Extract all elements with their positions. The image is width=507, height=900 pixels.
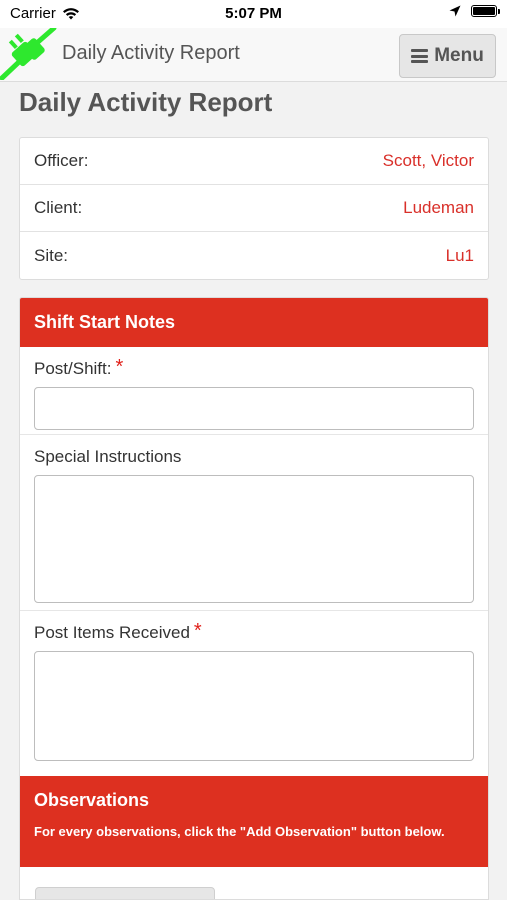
status-right — [449, 5, 500, 17]
special-instructions-textarea[interactable] — [34, 475, 474, 603]
client-label: Client: — [34, 198, 83, 217]
battery-full-icon — [471, 5, 500, 17]
shift-start-panel: Shift Start Notes Post/Shift: * Special I… — [19, 297, 489, 900]
observations-description: For every observations, click the "Add O… — [34, 824, 445, 839]
menu-button-label: Menu — [434, 45, 484, 66]
top-navbar: Daily Activity Report Menu — [0, 28, 507, 82]
shift-start-header: Shift Start Notes — [20, 298, 488, 347]
site-value: Lu1 — [445, 245, 474, 265]
location-arrow-icon — [449, 5, 461, 17]
hamburger-icon — [411, 49, 429, 63]
client-row: Client: Ludeman — [20, 185, 488, 232]
special-instructions-label: Special Instructions — [34, 447, 182, 466]
report-info-card: Officer: Scott, Victor Client: Ludeman S… — [19, 137, 489, 280]
post-items-textarea[interactable] — [34, 651, 474, 761]
required-marker: * — [193, 620, 202, 642]
required-marker: * — [115, 356, 124, 378]
green-plug-icon[interactable] — [0, 28, 58, 80]
client-value: Ludeman — [403, 198, 474, 217]
observations-header: Observations For every observations, cli… — [20, 776, 488, 867]
officer-value: Scott, Victor — [382, 151, 474, 170]
site-label: Site: — [34, 245, 69, 265]
special-instructions-group: Special Instructions — [20, 435, 488, 611]
post-items-label: Post Items Received * — [34, 620, 202, 642]
app-title: Daily Activity Report — [62, 42, 240, 64]
officer-row: Officer: Scott, Victor — [20, 138, 488, 185]
post-shift-label: Post/Shift: * — [34, 356, 124, 378]
observations-title: Observations — [34, 790, 150, 810]
menu-button[interactable]: Menu — [399, 34, 496, 78]
status-time: 5:07 PM — [225, 5, 282, 22]
site-row: Site: Lu1 — [20, 232, 488, 279]
officer-label: Officer: — [34, 151, 89, 170]
status-bar: Carrier 5:07 PM — [0, 0, 507, 28]
add-observation-button[interactable] — [35, 887, 215, 899]
post-items-group: Post Items Received * — [20, 611, 488, 776]
page-title: Daily Activity Report — [19, 87, 273, 117]
post-shift-input[interactable] — [34, 387, 474, 430]
post-shift-group: Post/Shift: * — [20, 347, 488, 435]
